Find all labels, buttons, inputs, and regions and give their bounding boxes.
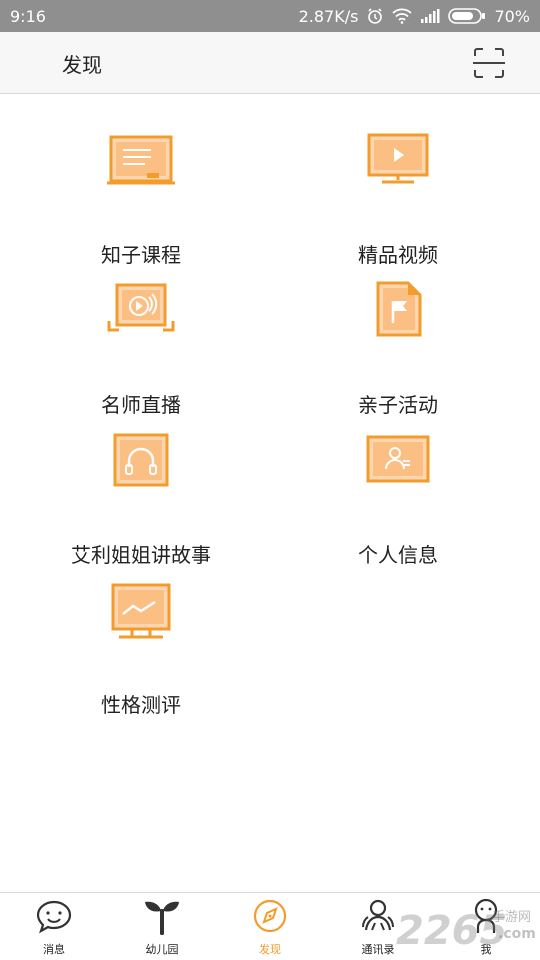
wifi-icon	[392, 8, 413, 24]
tab-kindergarten[interactable]: 幼儿园	[112, 893, 212, 960]
compass-icon	[253, 899, 287, 933]
feature-personality-test[interactable]: 性格测评	[41, 581, 241, 721]
chart-monitor-icon	[111, 583, 171, 639]
tab-discover[interactable]: 发现	[220, 893, 320, 960]
watermark-suffix: .com	[498, 926, 536, 942]
feature-label: 精品视频	[358, 243, 438, 267]
header-bar: 发现	[0, 32, 540, 94]
status-time: 9:16	[10, 6, 46, 26]
watermark-site: 手游网	[492, 910, 532, 925]
watermark-number: 2265	[396, 908, 508, 954]
feature-course[interactable]: 知子课程	[41, 131, 241, 271]
feature-story[interactable]: 艾利姐姐讲故事	[41, 431, 241, 571]
course-board-icon	[107, 135, 175, 185]
message-bubble-icon	[36, 900, 72, 934]
video-monitor-icon	[367, 133, 429, 184]
activity-flag-icon	[376, 281, 422, 337]
feature-activity[interactable]: 亲子活动	[298, 281, 498, 421]
contacts-icon	[362, 899, 394, 931]
profile-card-icon	[366, 435, 430, 483]
sprout-icon	[145, 901, 179, 935]
feature-label: 性格测评	[101, 693, 181, 717]
live-broadcast-icon	[107, 283, 175, 332]
tab-label: 幼儿园	[145, 943, 179, 956]
feature-live[interactable]: 名师直播	[41, 281, 241, 421]
feature-label: 艾利姐姐讲故事	[71, 543, 211, 567]
feature-video[interactable]: 精品视频	[298, 131, 498, 271]
site-watermark: 2265 手游网 .com	[396, 900, 538, 958]
status-bar: 9:16 2.87K/s 70%	[0, 0, 540, 32]
feature-label: 名师直播	[101, 393, 181, 417]
battery-level: 70%	[494, 6, 530, 26]
battery-icon	[448, 8, 486, 24]
headphones-icon	[113, 433, 169, 487]
alarm-icon	[368, 8, 383, 24]
feature-profile[interactable]: 个人信息	[298, 431, 498, 571]
tab-label: 消息	[43, 943, 65, 956]
scan-icon[interactable]	[472, 46, 506, 80]
tab-messages[interactable]: 消息	[4, 893, 104, 960]
tab-label: 发现	[259, 943, 281, 956]
feature-label: 个人信息	[358, 543, 438, 567]
feature-label: 亲子活动	[358, 393, 438, 417]
feature-label: 知子课程	[101, 243, 181, 267]
page-title: 发现	[62, 53, 102, 77]
signal-icon	[421, 9, 440, 23]
network-speed: 2.87K/s	[298, 6, 359, 26]
